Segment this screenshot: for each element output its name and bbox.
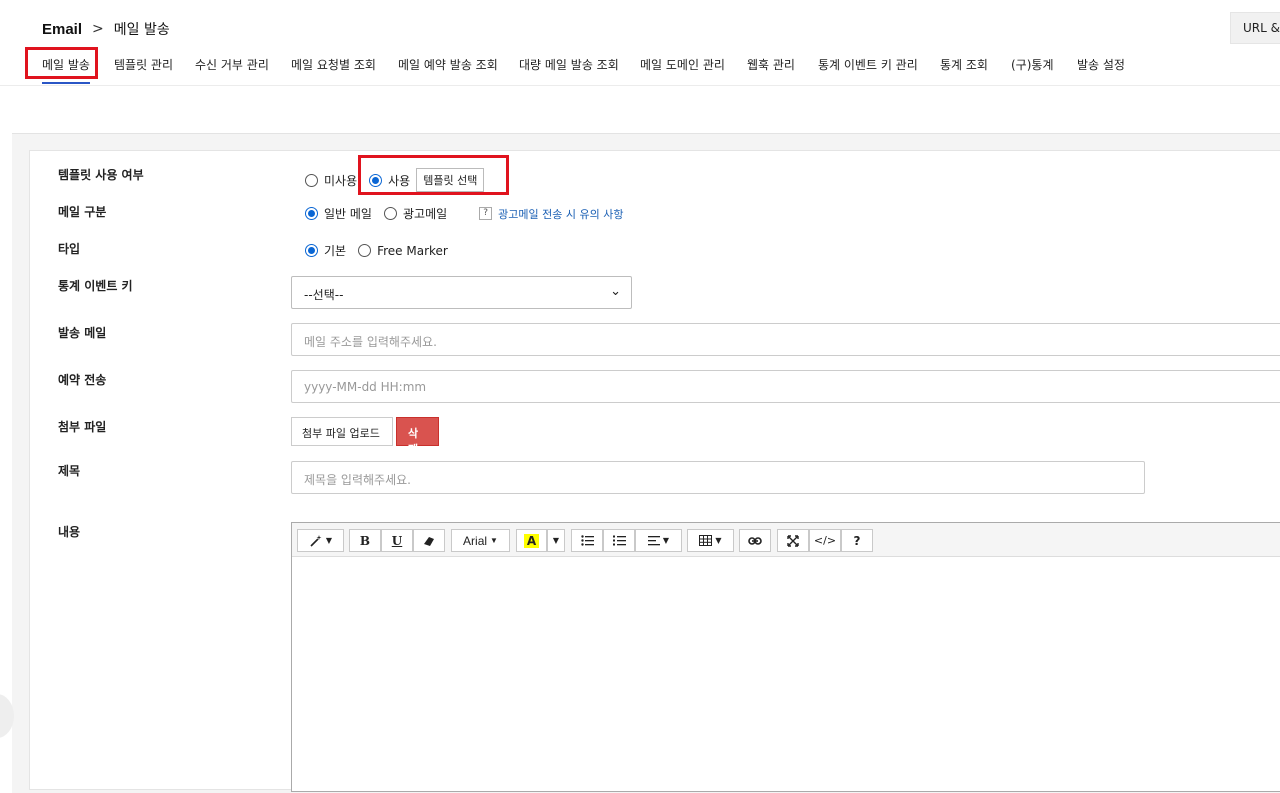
radio-circle[interactable] <box>383 207 397 220</box>
type-options: 기본 Free Marker <box>305 242 460 259</box>
label-attachment: 첨부 파일 <box>58 420 107 434</box>
font-family-value: Arial <box>463 533 488 548</box>
help-icon[interactable]: ? <box>479 207 493 220</box>
tab-reserve-query[interactable]: 메일 예약 발송 조회 <box>398 56 498 73</box>
font-family-select[interactable]: Arial ▼ <box>451 529 510 552</box>
fullscreen-icon[interactable] <box>777 529 809 552</box>
tab-domain-manage[interactable]: 메일 도메인 관리 <box>640 56 725 73</box>
align-icon[interactable]: ▼ <box>635 529 682 552</box>
unordered-list-icon <box>580 535 594 546</box>
radio-label: 일반 메일 <box>324 207 372 221</box>
tab-send-settings[interactable]: 발송 설정 <box>1077 56 1125 73</box>
magic-wand-icon[interactable]: ▼ <box>297 529 344 552</box>
tab-stat-query[interactable]: 통계 조회 <box>940 56 988 73</box>
highlight-box-tab <box>25 47 98 79</box>
breadcrumb-root[interactable]: Email <box>42 21 82 38</box>
highlight-color-dropdown[interactable]: ▼ <box>547 529 565 552</box>
radio-label: 미사용 <box>324 173 358 188</box>
bold-button[interactable]: B <box>349 529 381 552</box>
radio-label: 기본 <box>324 244 347 258</box>
tab-webhook-manage[interactable]: 웹훅 관리 <box>747 56 795 73</box>
tab-old-stat[interactable]: (구)통계 <box>1011 56 1053 73</box>
label-type: 타입 <box>58 242 81 256</box>
sender-email-input[interactable]: 메일 주소를 입력해주세요. <box>291 323 1280 356</box>
attachment-upload-button[interactable]: 첨부 파일 업로드 <box>291 417 393 446</box>
tab-request-query[interactable]: 메일 요청별 조회 <box>291 56 376 73</box>
code-view-button[interactable]: </> <box>809 529 841 552</box>
editor-toolbar: ▼ B U Arial ▼ A ▼ ▼ ▼ </> ? <box>292 523 1280 557</box>
radio-mail-ad[interactable]: 광고메일 <box>383 205 448 222</box>
rich-text-editor[interactable]: ▼ B U Arial ▼ A ▼ ▼ ▼ </> ? <box>291 522 1280 792</box>
highlight-color-button[interactable]: A <box>516 529 547 552</box>
magic-wand-icon <box>310 534 322 547</box>
label-content: 내용 <box>58 525 81 539</box>
chevron-right-icon: > <box>92 21 104 37</box>
align-icon <box>647 535 660 545</box>
label-sender: 발송 메일 <box>58 326 107 340</box>
breadcrumb: Email > 메일 발송 <box>42 18 170 40</box>
tab-bulk-query[interactable]: 대량 메일 발송 조회 <box>519 56 619 73</box>
underline-button[interactable]: U <box>381 529 413 552</box>
radio-label: 광고메일 <box>402 207 448 221</box>
help-button[interactable]: ? <box>841 529 873 552</box>
radio-type-basic[interactable]: 기본 <box>305 242 346 259</box>
radio-label: Free Marker <box>377 243 448 258</box>
radio-mail-normal[interactable]: 일반 메일 <box>305 205 372 222</box>
link-icon[interactable] <box>739 529 771 552</box>
label-template-use: 템플릿 사용 여부 <box>58 168 144 182</box>
radio-circle-selected[interactable] <box>305 244 318 257</box>
eraser-icon[interactable] <box>413 529 445 552</box>
fullscreen-icon <box>787 534 799 547</box>
table-icon <box>699 535 713 546</box>
link-icon <box>748 536 762 545</box>
table-icon[interactable]: ▼ <box>687 529 734 552</box>
chevron-down-icon: ⌄ <box>610 284 621 299</box>
label-reserve: 예약 전송 <box>58 373 107 387</box>
label-mail-type: 메일 구분 <box>58 205 107 219</box>
radio-circle[interactable] <box>305 173 318 187</box>
mail-type-options: 일반 메일 광고메일 ? 광고메일 전송 시 유의 사항 <box>305 205 623 222</box>
highlight-box-template <box>358 155 509 195</box>
reserve-datetime-input[interactable]: yyyy-MM-dd HH:mm <box>291 370 1280 403</box>
highlight-a: A <box>523 533 540 548</box>
eraser-icon <box>424 536 434 546</box>
attachment-delete-button[interactable]: 삭제 <box>396 417 439 456</box>
stat-event-key-select[interactable]: --선택-- ⌄ <box>291 276 632 309</box>
radio-circle[interactable] <box>358 244 372 257</box>
subject-input[interactable]: 제목을 입력해주세요. <box>291 461 1145 494</box>
tab-unsubscribe-manage[interactable]: 수신 거부 관리 <box>195 56 269 73</box>
radio-type-freemarker[interactable]: Free Marker <box>358 244 448 258</box>
tab-stat-event-key[interactable]: 통계 이벤트 키 관리 <box>818 56 918 73</box>
radio-circle-selected[interactable] <box>305 207 318 220</box>
url-button[interactable]: URL & A <box>1230 12 1280 44</box>
select-value: --선택-- <box>304 288 344 302</box>
radio-template-unused[interactable]: 미사용 <box>305 172 357 189</box>
label-subject: 제목 <box>58 464 81 478</box>
ordered-list-icon[interactable] <box>603 529 635 552</box>
unordered-list-icon[interactable] <box>571 529 603 552</box>
ordered-list-icon <box>612 535 626 546</box>
tab-bar: 메일 발송 템플릿 관리 수신 거부 관리 메일 요청별 조회 메일 예약 발송… <box>0 50 1280 86</box>
tab-template-manage[interactable]: 템플릿 관리 <box>114 56 173 73</box>
ad-mail-notice-link[interactable]: 광고메일 전송 시 유의 사항 <box>498 206 623 222</box>
label-stat-event-key: 통계 이벤트 키 <box>58 279 133 293</box>
breadcrumb-current: 메일 발송 <box>113 22 170 38</box>
